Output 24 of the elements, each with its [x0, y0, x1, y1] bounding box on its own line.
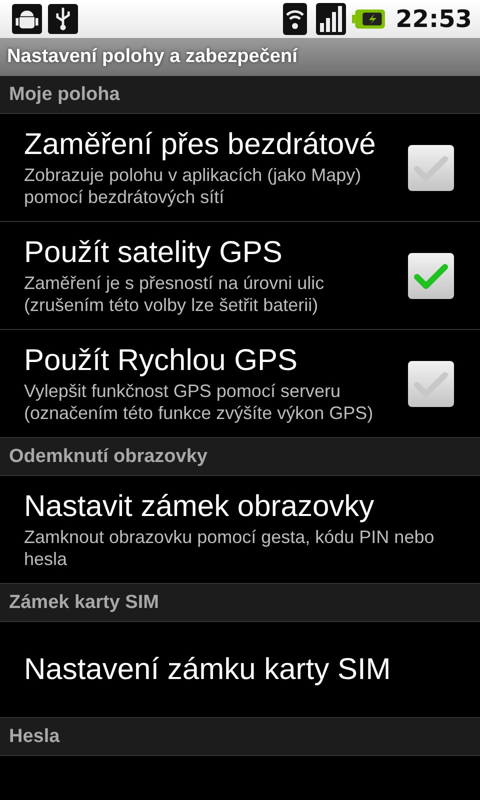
clock-time: 22:53: [396, 5, 472, 33]
usb-icon: [48, 3, 78, 35]
checkbox[interactable]: [408, 252, 454, 298]
section-title: Hesla: [9, 726, 60, 748]
checkbox[interactable]: [408, 144, 454, 190]
item-summary: Zobrazuje polohu v aplikacích (jako Mapy) pomocí bezdrátových sítí: [24, 164, 362, 208]
section-title: Zámek karty SIM: [9, 592, 159, 614]
checkbox[interactable]: [408, 360, 454, 406]
item-title: Zaměření přes bezdrátové: [24, 127, 377, 163]
section-title: Moje poloha: [9, 84, 120, 106]
section-title: Odemknutí obrazovky: [9, 446, 208, 468]
settings-item[interactable]: Zaměření přes bezdrátové Zobrazuje polohu v aplikacích (jako Mapy) pomocí bezdrátových sítí: [0, 114, 480, 222]
item-summary: Vylepšit funkčnost GPS pomocí serveru (označením této funkce zvýšíte výkon GPS): [24, 380, 374, 424]
item-title: Nastavit zámek obrazovky: [24, 489, 376, 525]
signal-icon: [316, 3, 346, 35]
item-title: Použít Rychlou GPS: [24, 343, 298, 379]
android-icon: [12, 3, 42, 35]
item-title: Použít satelity GPS: [24, 235, 284, 271]
item-summary: Zaměření je s přesností na úrovni ulic (zrušením této volby lze šetřit baterii): [24, 272, 326, 316]
settings-item[interactable]: Použít satelity GPS Zaměření je s přesností na úrovni ulic (zrušením této volby lze šetřit baterii): [0, 222, 480, 330]
item-summary: Zamknout obrazovku pomocí gesta, kódu PIN nebo hesla: [24, 526, 436, 570]
battery-icon: [352, 8, 386, 30]
screen-title: Nastavení polohy a zabezpečení: [7, 46, 298, 68]
item-title: Nastavení zámku karty SIM: [24, 652, 392, 688]
